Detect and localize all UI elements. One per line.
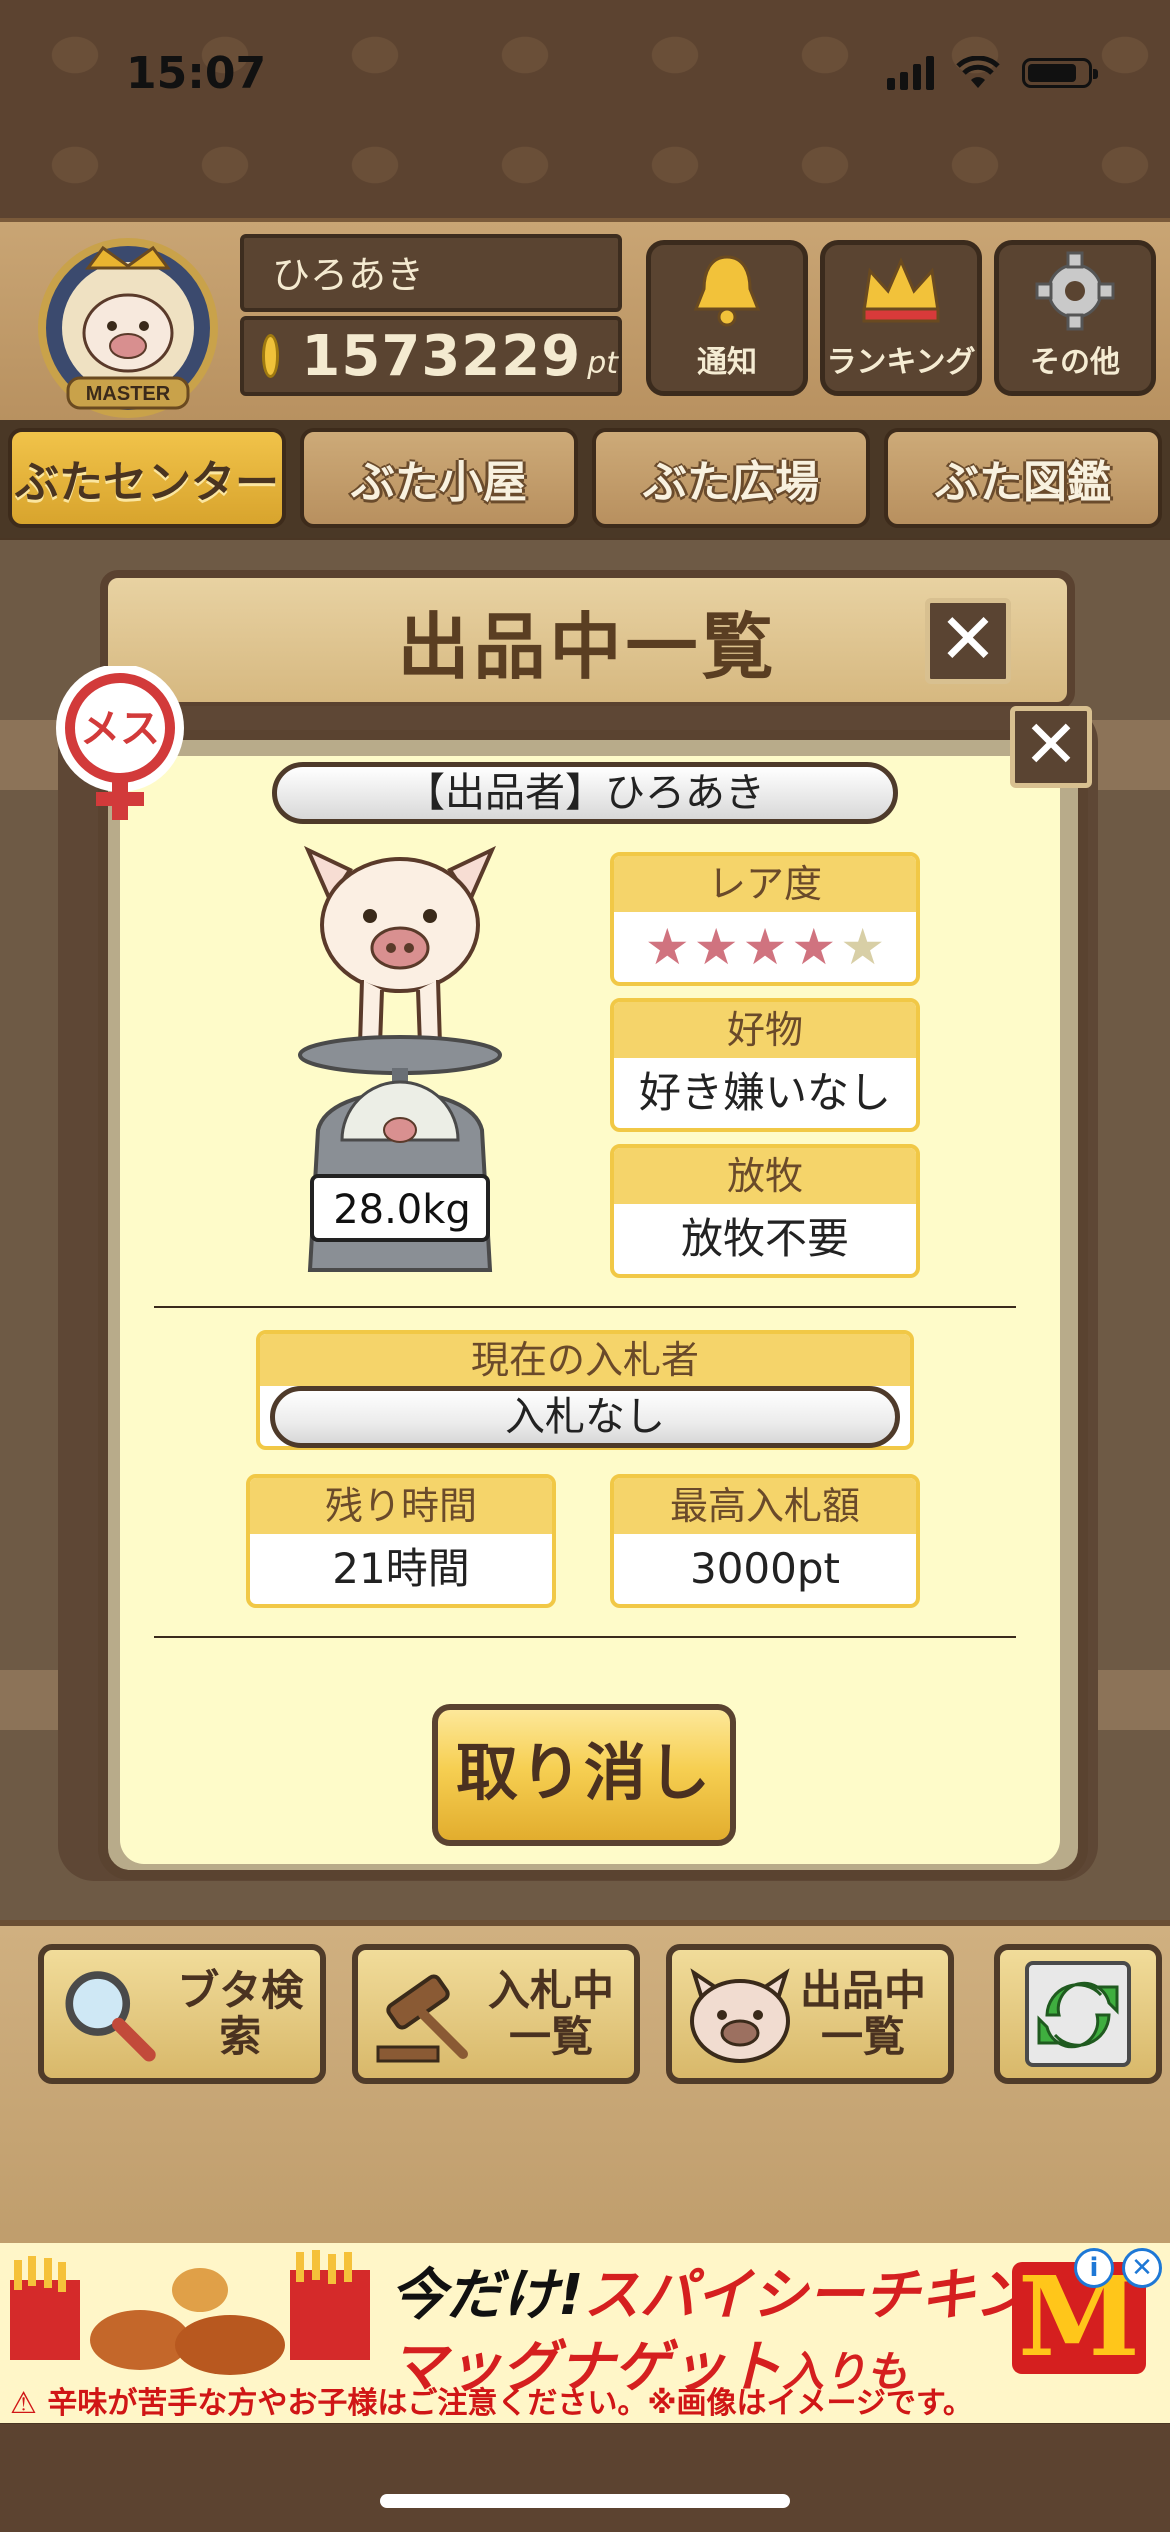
tab-buta-center[interactable]: ぶたセンター: [8, 428, 286, 528]
grazing-box: 放牧 放牧不要: [610, 1144, 920, 1278]
master-badge[interactable]: MASTER: [28, 228, 228, 418]
star-icon: ★: [644, 918, 690, 976]
ranking-label: ランキング: [826, 345, 976, 380]
wifi-icon: [956, 56, 1000, 88]
refresh-icon: [1025, 1961, 1131, 2067]
ad-food-image: [10, 2250, 370, 2375]
points-display: 1573229 pt: [240, 316, 622, 396]
current-bidder-label: 現在の入札者: [260, 1334, 910, 1386]
bidding-label-line2: 一覧: [509, 2012, 594, 2061]
pig-face-icon: [690, 1968, 790, 2063]
status-icons: [887, 56, 1098, 90]
user-name: ひろあき: [240, 234, 622, 312]
listing-label-line2: 一覧: [821, 2012, 906, 2061]
grazing-value: 放牧不要: [680, 1214, 849, 1263]
star-icon: ★: [693, 918, 739, 976]
favorite-box: 好物 好き嫌いなし: [610, 998, 920, 1132]
ad-controls: i ✕: [1074, 2248, 1164, 2290]
notification-button[interactable]: 通知: [646, 240, 808, 396]
max-bid-box: 最高入札額 3000pt: [610, 1474, 920, 1608]
time-left-label: 残り時間: [250, 1478, 552, 1534]
battery-icon: [1022, 58, 1098, 88]
star-icon: ★: [791, 918, 837, 976]
favorite-value: 好き嫌いなし: [638, 1068, 891, 1117]
bottom-background: [0, 2424, 1170, 2532]
listing-label-line1: 出品中: [800, 1966, 927, 2015]
notification-label: 通知: [697, 345, 757, 380]
max-bid-label: 最高入札額: [614, 1478, 916, 1534]
bell-icon: [693, 255, 761, 327]
grazing-label: 放牧: [614, 1148, 916, 1204]
favorite-label: 好物: [614, 1002, 916, 1058]
ad-disclaimer: ⚠ 辛味が苦手な方やお子様はご注意ください。※画像はイメージです。: [10, 2386, 973, 2421]
current-bidder-value: 入札なし: [270, 1386, 900, 1448]
female-icon: メス: [56, 666, 184, 820]
gavel-icon: [376, 1974, 468, 2063]
bidding-label-line1: 入札中: [488, 1966, 615, 2015]
bidding-list-label: 入札中 一覧: [488, 1968, 614, 2060]
crown-icon: [862, 257, 940, 323]
panel-close-button[interactable]: ✕: [925, 598, 1011, 684]
home-indicator[interactable]: [380, 2494, 790, 2508]
magnifier-icon: [65, 1971, 156, 2062]
gear-icon: [1035, 251, 1115, 331]
rarity-stars: ★ ★ ★ ★ ★: [614, 912, 916, 982]
pig-search-label: ブタ検索: [177, 1966, 304, 2061]
bidding-list-button[interactable]: 入札中 一覧: [352, 1944, 640, 2084]
rarity-box: レア度 ★ ★ ★ ★ ★: [610, 852, 920, 986]
rarity-label: レア度: [614, 856, 916, 912]
points-value: 1573229: [301, 323, 582, 389]
divider: [154, 1636, 1016, 1638]
tab-buta-hut[interactable]: ぶた小屋: [300, 428, 578, 528]
points-unit: pt: [587, 345, 618, 381]
time-left-value: 21時間: [332, 1544, 470, 1593]
badge-text: MASTER: [86, 383, 171, 405]
cancel-listing-button[interactable]: 取り消し: [432, 1704, 736, 1846]
ad-headline-1: 今だけ!スパイシーチキン: [390, 2250, 1030, 2331]
ad-text-now-only: 今だけ!: [390, 2263, 584, 2328]
signal-icon: [887, 56, 934, 90]
ranking-button[interactable]: ランキング: [820, 240, 982, 396]
ad-disclaimer-text: 辛味が苦手な方やお子様はご注意ください。※画像はイメージです。: [47, 2386, 973, 2421]
other-button[interactable]: その他: [994, 240, 1156, 396]
status-time: 15:07: [126, 48, 267, 99]
panel-title: 出品中一覧: [397, 604, 778, 689]
top-background: [0, 0, 1170, 220]
other-label: その他: [1030, 345, 1120, 380]
pig-search-button[interactable]: ブタ検索: [38, 1944, 326, 2084]
max-bid-value: 3000pt: [689, 1544, 840, 1593]
tab-buta-encyclopedia[interactable]: ぶた図鑑: [884, 428, 1162, 528]
gender-label: メス: [80, 706, 160, 752]
time-left-box: 残り時間 21時間: [246, 1474, 556, 1608]
ad-close-icon[interactable]: ✕: [1122, 2248, 1162, 2288]
ad-text-spicy-chicken: スパイシーチキン: [583, 2263, 1030, 2328]
ad-info-icon[interactable]: i: [1074, 2248, 1114, 2288]
star-icon: ★: [742, 918, 788, 976]
refresh-button[interactable]: [994, 1944, 1162, 2084]
listing-list-button[interactable]: 出品中 一覧: [666, 1944, 954, 2084]
seller-name: 【出品者】ひろあき: [272, 762, 898, 824]
star-empty-icon: ★: [840, 918, 886, 976]
coin-icon: [262, 334, 280, 378]
weight-value: 28.0kg: [333, 1187, 471, 1233]
dialog-close-button[interactable]: ✕: [1010, 706, 1092, 788]
tab-buta-plaza[interactable]: ぶた広場: [592, 428, 870, 528]
listing-list-label: 出品中 一覧: [800, 1968, 926, 2060]
divider: [154, 1306, 1016, 1308]
